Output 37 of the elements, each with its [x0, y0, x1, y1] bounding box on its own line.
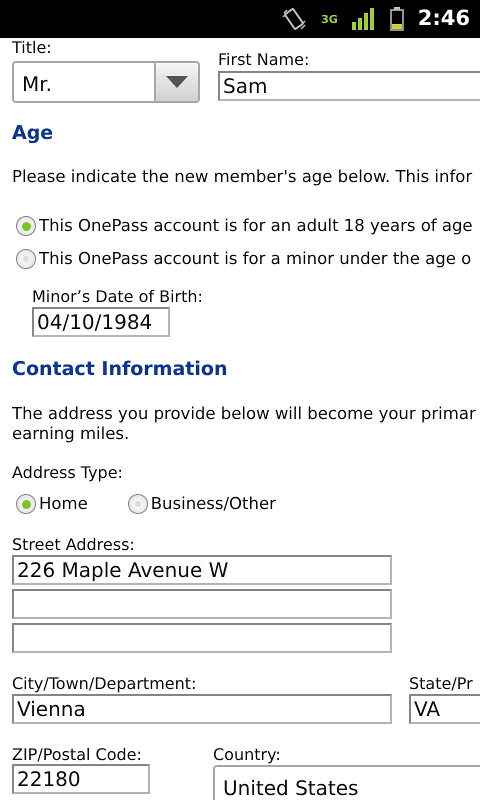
text-field[interactable]: [12, 622, 392, 653]
field-label: Street Address:: [12, 536, 136, 554]
date-field[interactable]: 04/10/1984: [32, 306, 170, 337]
radio-option[interactable]: Business/Other: [128, 492, 276, 516]
clock: 2:46: [418, 5, 470, 32]
radio-option[interactable]: This OnePass account is for a minor under the age o: [16, 246, 480, 272]
text-field[interactable]: VA: [409, 694, 480, 724]
battery-icon: [390, 7, 404, 31]
text-field[interactable]: 226 Maple Avenue W: [12, 554, 392, 585]
field-label: Minor’s Date of Birth:: [32, 288, 204, 306]
vibrate-icon: [281, 7, 308, 31]
radio-button[interactable]: [16, 216, 36, 236]
field-label: Address Type:: [12, 464, 124, 482]
title-select[interactable]: Mr.: [12, 60, 200, 103]
paragraph: Please indicate the new member's age below. This infor: [12, 166, 474, 188]
field-label: State/Pr: [409, 674, 474, 693]
radio-option[interactable]: Home: [16, 492, 88, 516]
radio-option[interactable]: This OnePass account is for an adult 18 years of age: [16, 214, 480, 239]
field-label: Title:: [12, 39, 53, 57]
paragraph: The address you provide below will become your primar earning miles.: [12, 404, 477, 444]
field-label: Country:: [213, 746, 282, 764]
radio-button[interactable]: [128, 494, 148, 514]
radio-button[interactable]: [16, 494, 36, 514]
text-field[interactable]: 22180: [12, 764, 150, 794]
section-heading: Contact Information: [12, 356, 228, 382]
field-label: City/Town/Department:: [12, 674, 198, 693]
field-label: ZIP/Postal Code:: [12, 746, 143, 764]
section-heading: Age: [12, 120, 54, 146]
signal-icon: [352, 8, 376, 30]
text-field[interactable]: Vienna: [12, 694, 392, 724]
text-field[interactable]: [12, 588, 392, 619]
country-select[interactable]: United States: [213, 765, 480, 800]
network-type-icon: 3G: [321, 14, 338, 24]
field-label: First Name:: [218, 51, 310, 69]
dropdown-arrow-icon: [166, 76, 188, 88]
text-field[interactable]: Sam: [218, 70, 480, 101]
radio-button[interactable]: [16, 248, 36, 269]
